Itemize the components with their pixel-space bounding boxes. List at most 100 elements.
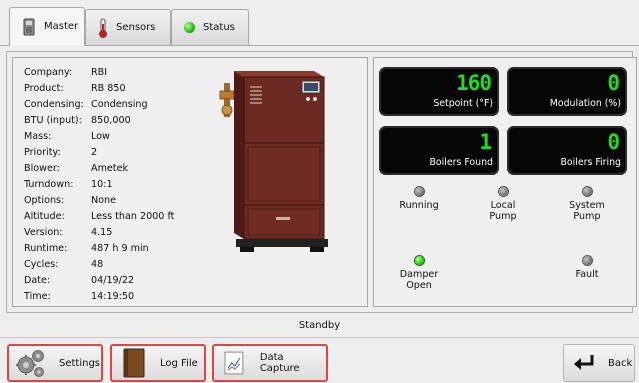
info-row-blower: Blower: Ametek [24,161,128,177]
info-row-cycles: Cycles: 48 [24,257,103,273]
setpoint-display: 160 Setpoint (°F) [379,67,499,116]
indicator-label: Pump [573,211,601,222]
tab-sensors-label: Sensors [116,22,156,33]
running-indicator: Running [384,187,454,211]
info-value: Less than 2000 ft [91,211,175,222]
info-key: Options: [24,195,65,206]
settings-button[interactable]: Settings [7,344,103,382]
info-value: None [91,195,117,206]
boilers-found-display: 1 Boilers Found [379,126,499,175]
tab-bar-divider [0,45,639,46]
info-value: 14:19:50 [91,291,135,302]
info-value: 4.15 [91,227,113,238]
bottom-divider [0,337,639,338]
boiler-icon [23,18,35,35]
setpoint-label: Setpoint (°F) [433,98,493,109]
boiler-unit-image [219,71,328,252]
modulation-label: Modulation (%) [549,98,621,109]
info-key: Cycles: [24,259,59,270]
boilers-firing-value: 0 [607,130,620,154]
info-key: Version: [24,227,63,238]
thermometer-icon [99,18,107,38]
info-key: Condensing: [24,99,84,110]
tab-master-label: Master [44,21,79,32]
indicator-label: Local [490,200,516,211]
boilers-found-label: Boilers Found [429,157,494,168]
info-row-priority: Priority: 2 [24,145,97,161]
info-row-time: Time: 14:19:50 [24,289,134,305]
info-row-altitude: Altitude: Less than 2000 ft [24,209,174,225]
info-value: Ametek [91,163,129,174]
log-file-button-label: Log File [160,357,198,369]
tab-sensors[interactable]: Sensors [85,9,171,45]
info-value: 850,000 [91,115,131,126]
info-key: BTU (input): [24,115,82,126]
info-value: RB 850 [91,83,126,94]
boilers-found-value: 1 [479,130,492,154]
status-text: Standby [298,320,341,331]
back-button[interactable]: Back [563,344,635,382]
back-button-label: Back [608,357,633,369]
info-row-options: Options: None [24,193,116,209]
indicator-label: Running [399,200,439,211]
data-capture-button[interactable]: Data Capture [212,344,328,382]
info-key: Runtime: [24,243,68,254]
green-status-led-icon [184,22,195,33]
indicator-label: System [569,200,605,211]
modulation-display: 0 Modulation (%) [507,67,627,116]
info-key: Mass: [24,131,52,142]
indicator-label: Open [406,280,432,291]
info-key: Product: [24,83,64,94]
fault-indicator: Fault [552,256,622,280]
info-value: 2 [91,147,98,158]
info-key: Altitude: [24,211,65,222]
info-row-mass: Mass: Low [24,129,110,145]
info-key: Turndown: [24,179,74,190]
log-book-icon [123,348,145,378]
gears-icon [16,350,44,377]
data-capture-button-label: Data Capture [259,352,300,374]
boilers-firing-display: 0 Boilers Firing [507,126,627,175]
info-value: 48 [91,259,104,270]
tab-status-label: Status [203,22,235,33]
back-arrow-icon [574,355,594,370]
system-pump-indicator: System Pump [552,187,622,222]
system-pump-led-icon [582,187,592,196]
info-row-condensing: Condensing: Condensing [24,97,148,113]
info-value: 487 h 9 min [91,243,149,254]
damper-open-led-icon [414,256,424,265]
info-value: Condensing [91,99,148,110]
boilers-firing-label: Boilers Firing [560,157,621,168]
info-row-btu: BTU (input): 850,000 [24,113,131,129]
log-file-button[interactable]: Log File [110,344,206,382]
settings-button-label: Settings [59,357,101,369]
info-key: Date: [24,275,51,286]
info-value: 10:1 [91,179,113,190]
info-key: Priority: [24,147,61,158]
info-key: Blower: [24,163,60,174]
info-row-turndown: Turndown: 10:1 [24,177,113,193]
info-value: Low [91,131,110,142]
info-key: Time: [24,291,51,302]
chart-document-icon [224,351,244,375]
indicator-label: Damper [399,269,439,280]
info-row-product: Product: RB 850 [24,81,126,97]
damper-open-indicator: Damper Open [384,256,454,291]
info-row-version: Version: 4.15 [24,225,112,241]
tab-status[interactable]: Status [171,9,249,45]
info-row-runtime: Runtime: 487 h 9 min [24,241,149,257]
running-led-icon [414,187,424,196]
local-pump-indicator: Local Pump [468,187,538,222]
info-value: RBI [91,67,108,78]
info-row-date: Date: 04/19/22 [24,273,134,289]
info-key: Company: [24,67,73,78]
info-value: 04/19/22 [91,275,135,286]
indicator-label: Pump [489,211,517,222]
info-row-company: Company: RBI [24,65,107,81]
fault-led-icon [582,256,592,265]
modulation-value: 0 [607,71,620,95]
local-pump-led-icon [498,187,508,196]
tab-master[interactable]: Master [9,7,85,46]
setpoint-value: 160 [456,71,492,95]
indicator-label: Fault [575,269,599,280]
